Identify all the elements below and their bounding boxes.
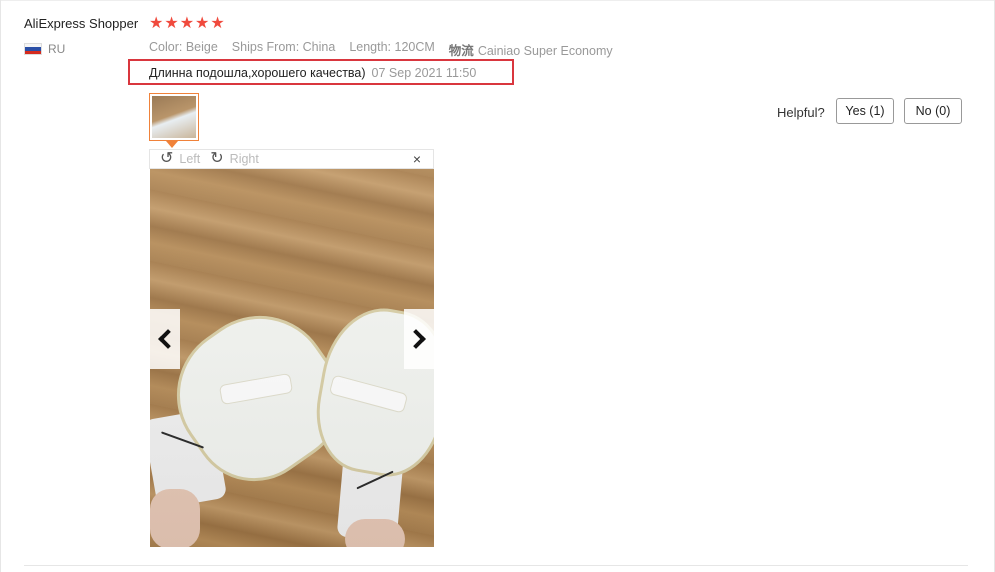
frame-left-border <box>0 0 1 572</box>
ru-flag-icon <box>24 43 42 55</box>
star-icon: ★ <box>195 15 210 32</box>
review-photo-thumbnail[interactable] <box>149 93 199 141</box>
star-icon: ★ <box>149 15 164 32</box>
image-viewer-toolbar: ↺ Left ↻ Right × <box>149 149 434 169</box>
review-photo-large <box>150 169 434 547</box>
review-divider <box>24 565 968 566</box>
review-date: 07 Sep 2021 11:50 <box>371 66 477 80</box>
review-content: Длинна подошла,хорошего качества) 07 Sep … <box>149 66 476 80</box>
rotate-right-button[interactable]: ↻ Right <box>210 151 259 167</box>
chevron-right-icon <box>406 329 426 349</box>
rotate-left-label: Left <box>179 152 201 166</box>
product-attributes: Color: Beige Ships From: China Length: 1… <box>149 40 613 59</box>
attr-logistics: 物流 Cainiao Super Economy <box>449 40 613 59</box>
rotate-right-icon: ↻ <box>210 150 224 167</box>
country-code: RU <box>48 42 66 56</box>
next-image-button[interactable] <box>404 309 434 369</box>
star-icon: ★ <box>210 15 225 32</box>
rotate-left-icon: ↺ <box>160 150 174 167</box>
previous-image-button[interactable] <box>150 309 180 369</box>
close-icon[interactable]: × <box>413 150 421 169</box>
helpful-no-button[interactable]: No (0) <box>904 98 962 124</box>
helpful-label: Helpful? <box>777 105 825 120</box>
logistics-label: 物流 <box>448 44 474 58</box>
frame-top-border <box>0 0 995 1</box>
thumbnail-image <box>152 96 196 138</box>
rotate-left-button[interactable]: ↺ Left <box>160 151 200 167</box>
reviewer-name: AliExpress Shopper <box>24 16 139 31</box>
thumbnail-pointer-arrow <box>166 141 178 148</box>
star-rating: ★ ★ ★ ★ ★ <box>149 15 225 33</box>
helpful-yes-button[interactable]: Yes (1) <box>836 98 894 124</box>
attr-length: Length: 120CM <box>349 40 435 54</box>
star-icon: ★ <box>179 15 195 32</box>
review-text: Длинна подошла,хорошего качества) <box>149 66 366 80</box>
rotate-right-label: Right <box>229 152 259 166</box>
star-icon: ★ <box>164 15 179 32</box>
attr-color: Color: Beige <box>149 40 218 54</box>
logistics-value: Cainiao Super Economy <box>477 44 613 58</box>
chevron-left-icon <box>158 329 178 349</box>
attr-ships-from: Ships From: China <box>231 40 336 54</box>
reviewer-country: RU <box>24 42 65 56</box>
photo-overlay <box>150 169 434 547</box>
